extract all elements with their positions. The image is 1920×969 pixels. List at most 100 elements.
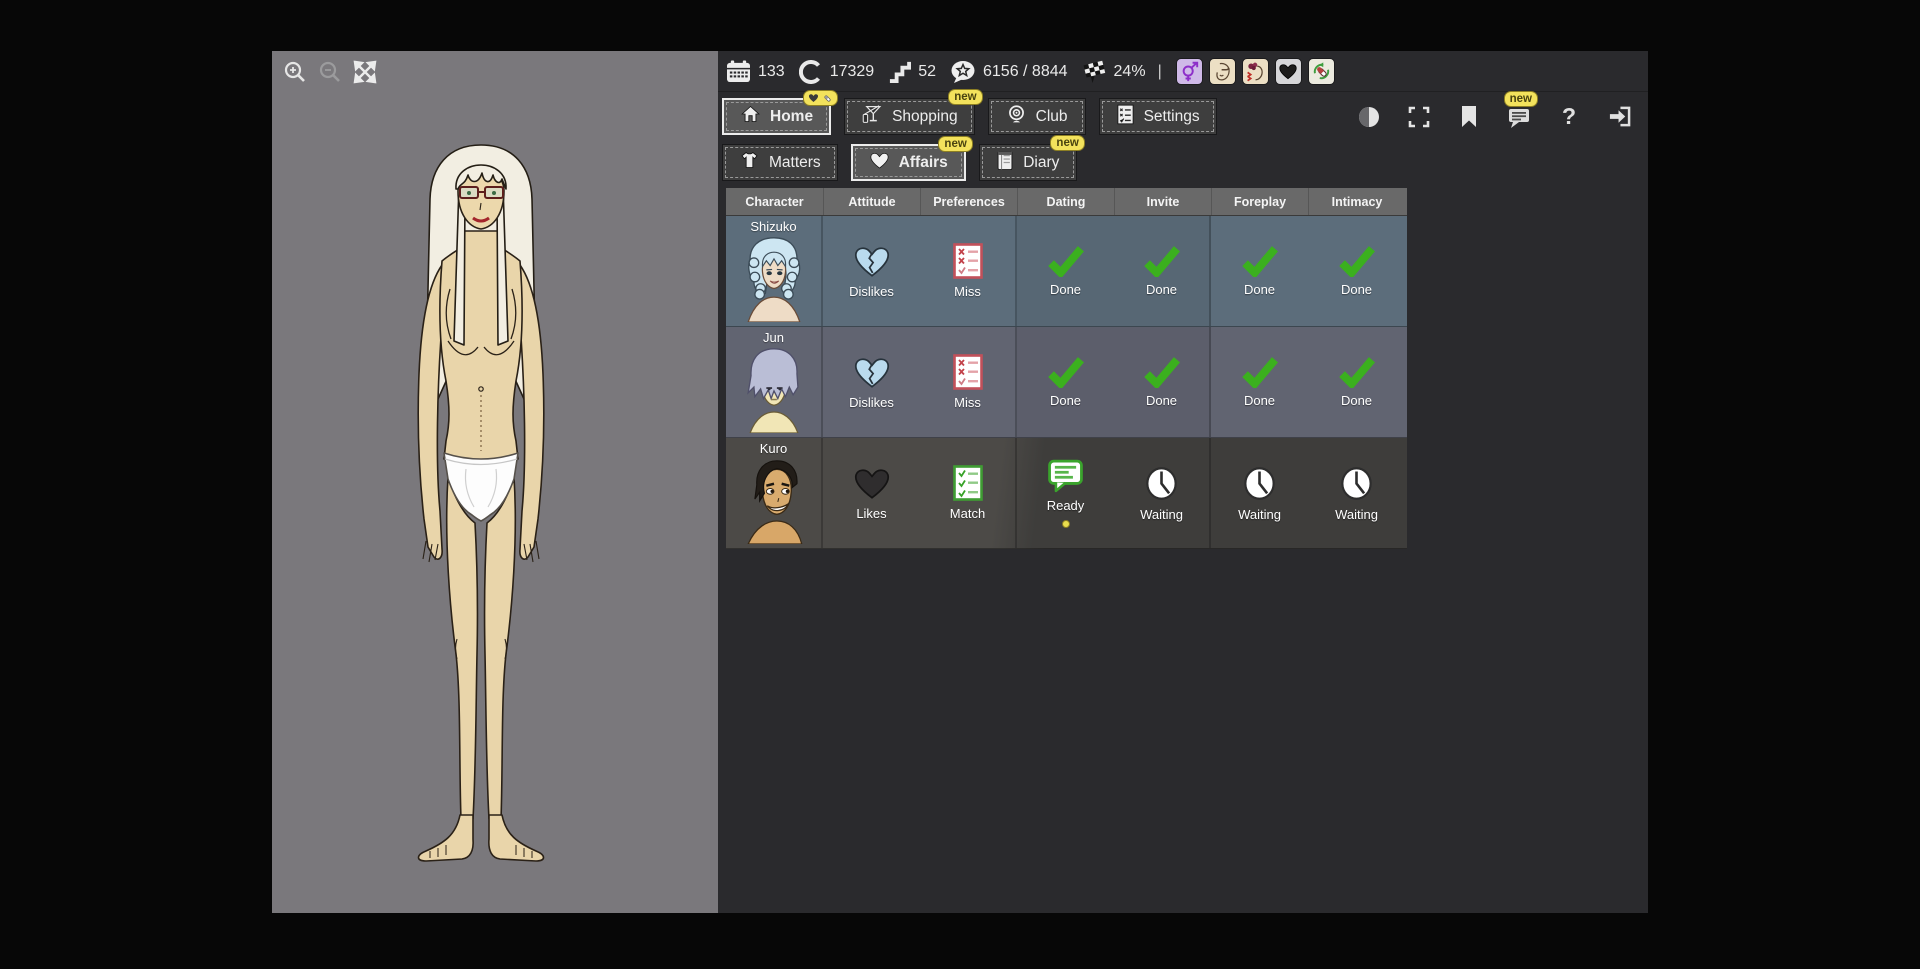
- broken-heart-icon: [852, 355, 892, 390]
- tshirt-icon: [739, 150, 760, 175]
- character-cell[interactable]: Jun: [726, 327, 823, 437]
- intimacy-cell: Done: [1308, 216, 1405, 326]
- portrait-jun[interactable]: [738, 345, 810, 433]
- app-window: 133 17329 52 6156 / 8844: [0, 0, 1920, 969]
- foreplay-label: Waiting: [1238, 507, 1281, 522]
- intimacy-label: Done: [1341, 393, 1372, 408]
- logout-icon[interactable]: [1606, 104, 1632, 130]
- tab-settings[interactable]: Settings: [1099, 98, 1217, 135]
- dating-cell[interactable]: Ready: [1017, 438, 1114, 548]
- check-icon: [1240, 356, 1280, 388]
- zoom-out-icon[interactable]: [317, 59, 343, 85]
- stat-completion-value: 24%: [1114, 63, 1146, 81]
- checklist-icon: [1116, 104, 1135, 130]
- zoom-in-icon[interactable]: [282, 59, 308, 85]
- col-foreplay: Foreplay: [1211, 188, 1308, 215]
- stat-completion: 24%: [1082, 59, 1146, 84]
- check-icon: [1046, 245, 1086, 277]
- tab-club-label: Club: [1036, 108, 1068, 126]
- stat-day: 133: [726, 60, 785, 83]
- fit-screen-icon[interactable]: [352, 59, 378, 85]
- check-icon: [1142, 245, 1182, 277]
- help-icon[interactable]: ?: [1556, 104, 1582, 130]
- tab-matters-label: Matters: [769, 154, 821, 172]
- stat-reputation: 6156 / 8844: [950, 60, 1068, 84]
- new-badge: new: [1050, 135, 1084, 151]
- likes-heart-icon: [852, 466, 892, 501]
- tab-home[interactable]: Home: [722, 98, 831, 135]
- gender-symbol-icon[interactable]: [1176, 58, 1203, 85]
- match-checklist-icon: [953, 465, 983, 501]
- contrast-icon[interactable]: [1356, 104, 1382, 130]
- notebook-icon: [996, 150, 1014, 176]
- makeover-icon[interactable]: [1242, 58, 1269, 85]
- preferences-cell: Miss: [920, 216, 1017, 326]
- stat-currency-value: 17329: [830, 63, 875, 81]
- check-icon: [1337, 245, 1377, 277]
- character-name: Jun: [763, 327, 784, 345]
- player-character-figure[interactable]: [364, 139, 599, 889]
- broken-heart-icon: [852, 244, 892, 279]
- col-invite: Invite: [1114, 188, 1211, 215]
- dating-label: Done: [1050, 282, 1081, 297]
- main-panel: 133 17329 52 6156 / 8844: [718, 51, 1648, 913]
- preferences-cell: Match: [920, 438, 1017, 548]
- affairs-table: Character Attitude Preferences Dating In…: [726, 188, 1407, 549]
- tab-home-label: Home: [770, 108, 813, 126]
- intimacy-label: Done: [1341, 282, 1372, 297]
- quick-slot-buttons: [1176, 58, 1335, 85]
- heart-icon: [869, 151, 890, 175]
- check-icon: [1240, 245, 1280, 277]
- foreplay-cell: Done: [1211, 327, 1308, 437]
- tab-diary-label: Diary: [1023, 154, 1059, 172]
- status-bar: 133 17329 52 6156 / 8844: [726, 56, 1648, 87]
- portrait-kuro[interactable]: [738, 456, 810, 544]
- attitude-label: Dislikes: [849, 395, 894, 410]
- tab-shopping-label: Shopping: [892, 108, 958, 126]
- attitude-cell: Dislikes: [823, 216, 920, 326]
- cocktail-icon: [861, 104, 883, 130]
- miss-checklist-icon: [953, 354, 983, 390]
- utility-icon-bar: new ?: [1356, 98, 1632, 135]
- dating-label: Ready: [1047, 498, 1085, 513]
- bookmark-icon[interactable]: [1456, 104, 1482, 130]
- medicine-icon[interactable]: [1308, 58, 1335, 85]
- character-cell[interactable]: Shizuko: [726, 216, 823, 326]
- character-name: Shizuko: [750, 216, 796, 234]
- tab-shopping[interactable]: Shopping new: [844, 98, 975, 135]
- stat-level: 52: [888, 60, 936, 83]
- portrait-shizuko[interactable]: [738, 234, 810, 322]
- attitude-cell: Dislikes: [823, 327, 920, 437]
- invite-label: Waiting: [1140, 507, 1183, 522]
- character-viewer: [272, 51, 718, 913]
- tab-affairs[interactable]: Affairs new: [851, 144, 966, 181]
- table-row-kuro: Kuro Likes: [726, 438, 1407, 549]
- col-character: Character: [726, 188, 823, 215]
- viewer-toolbar: [282, 59, 378, 85]
- check-icon: [1046, 356, 1086, 388]
- table-row-jun: Jun Dislikes Miss: [726, 327, 1407, 438]
- stat-level-value: 52: [918, 63, 936, 81]
- character-name: Kuro: [760, 438, 787, 456]
- tab-affairs-label: Affairs: [899, 154, 948, 172]
- foreplay-label: Done: [1244, 282, 1275, 297]
- new-badge: new: [948, 89, 982, 105]
- check-icon: [1142, 356, 1182, 388]
- navigation: Home Shopping new: [718, 91, 1648, 181]
- preferences-label: Match: [950, 506, 985, 521]
- heart-icon[interactable]: [1275, 58, 1302, 85]
- stairs-icon: [888, 60, 911, 83]
- foreplay-label: Done: [1244, 393, 1275, 408]
- preferences-cell: Miss: [920, 327, 1017, 437]
- character-cell[interactable]: Kuro: [726, 438, 823, 548]
- face-glasses-icon[interactable]: [1209, 58, 1236, 85]
- check-icon: [1337, 356, 1377, 388]
- messages-icon[interactable]: new: [1506, 104, 1532, 130]
- tab-club[interactable]: Club: [988, 98, 1086, 135]
- ready-indicator-dot: [1062, 520, 1070, 528]
- col-intimacy: Intimacy: [1308, 188, 1405, 215]
- tab-diary[interactable]: Diary new: [979, 144, 1077, 181]
- tab-matters[interactable]: Matters: [722, 144, 838, 181]
- intimacy-cell: Waiting: [1308, 438, 1405, 548]
- fullscreen-icon[interactable]: [1406, 104, 1432, 130]
